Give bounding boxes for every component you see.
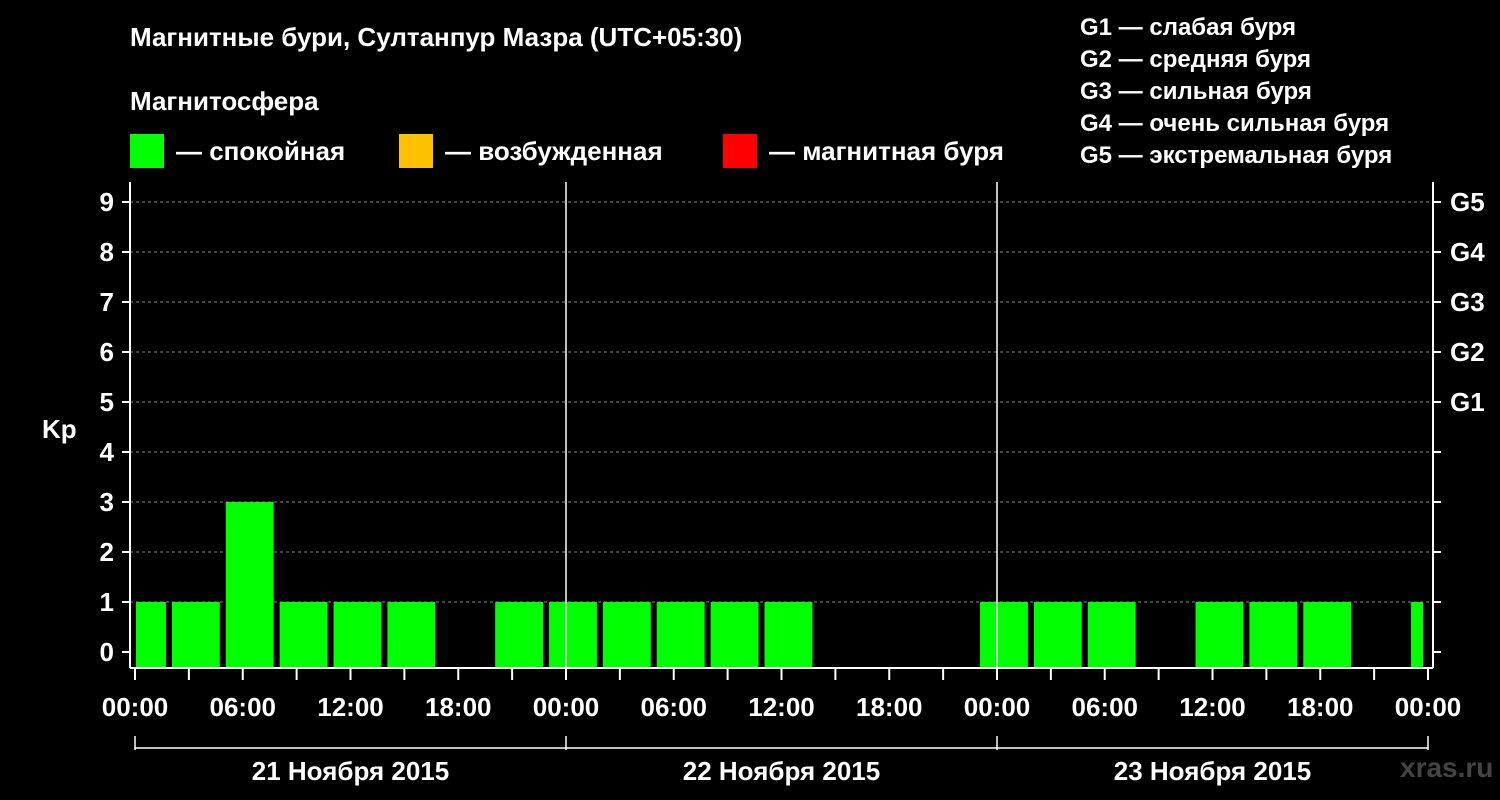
g-tick-label-g5: G5	[1450, 187, 1485, 217]
g-tick-label-g1: G1	[1450, 387, 1485, 417]
x-tick-label-1: 06:00	[210, 692, 277, 722]
x-tick-label-10: 12:00	[1179, 692, 1246, 722]
kp-bar-13	[1033, 602, 1082, 668]
x-tick-label-8: 00:00	[964, 692, 1031, 722]
watermark: xras.ru	[1400, 752, 1494, 783]
kp-bar-2	[225, 502, 274, 668]
g-tick-label-g4: G4	[1450, 237, 1485, 267]
y-tick-label-5: 5	[100, 387, 114, 417]
y-tick-label-9: 9	[100, 187, 114, 217]
x-tick-label-2: 12:00	[317, 692, 384, 722]
x-tick-label-12: 00:00	[1395, 692, 1462, 722]
kp-bar-9	[656, 602, 705, 668]
x-tick-label-9: 06:00	[1072, 692, 1139, 722]
y-axis-label: Kp	[42, 414, 77, 444]
g-tick-label-g2: G2	[1450, 337, 1485, 367]
kp-chart: 0 1 2 3 4 5 6 7 8 9 G1 G2 G3 G4 G5 Kp 00:00 06:00 12:00 18:…	[42, 182, 1485, 786]
kp-bar-7	[549, 602, 597, 668]
kp-bar-1	[171, 602, 220, 668]
y-tick-label-8: 8	[100, 237, 114, 267]
y-tick-label-2: 2	[100, 537, 114, 567]
y-tick-label-0: 0	[100, 637, 114, 667]
x-tick-label-7: 18:00	[856, 692, 923, 722]
kp-bar-6	[495, 602, 544, 668]
kp-bar-0	[136, 602, 166, 668]
x-tick-label-6: 12:00	[748, 692, 815, 722]
day-label-0: 21 Ноября 2015	[252, 756, 449, 786]
x-tick-label-5: 06:00	[641, 692, 708, 722]
day-label-2: 23 Ноября 2015	[1114, 756, 1311, 786]
y-tick-label-4: 4	[100, 437, 115, 467]
kp-bar-16	[1249, 602, 1298, 668]
kp-bar-12	[980, 602, 1028, 668]
g-tick-label-g3: G3	[1450, 287, 1485, 317]
kp-bar-3	[279, 602, 328, 668]
kp-bar-4	[333, 602, 382, 668]
kp-bar-5	[387, 602, 436, 668]
x-tick-label-4: 00:00	[533, 692, 600, 722]
kp-bar-8	[602, 602, 651, 668]
y-tick-label-1: 1	[100, 587, 114, 617]
y-tick-label-6: 6	[100, 337, 114, 367]
x-tick-label-3: 18:00	[425, 692, 492, 722]
kp-bar-18	[1411, 602, 1423, 668]
kp-bar-11	[764, 602, 813, 668]
kp-bar-14	[1087, 602, 1136, 668]
x-tick-label-11: 18:00	[1287, 692, 1354, 722]
day-label-1: 22 Ноября 2015	[683, 756, 880, 786]
x-tick-label-0: 00:00	[102, 692, 169, 722]
y-tick-label-7: 7	[100, 287, 114, 317]
kp-bar-10	[710, 602, 759, 668]
kp-bar-15	[1195, 602, 1244, 668]
kp-bar-17	[1303, 602, 1352, 668]
y-tick-label-3: 3	[100, 487, 114, 517]
